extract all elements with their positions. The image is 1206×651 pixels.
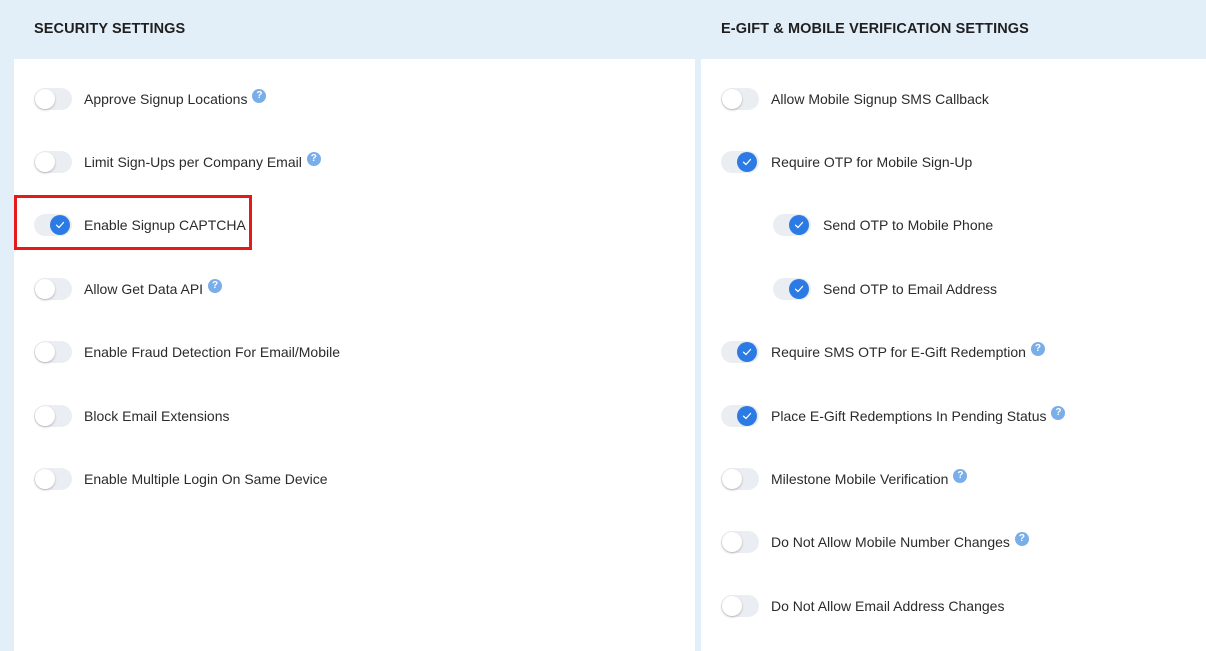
setting-no-mobile-number-changes: Do Not Allow Mobile Number Changes ?	[721, 529, 1029, 555]
toggle-knob	[35, 152, 55, 172]
toggle-knob	[722, 532, 742, 552]
setting-allow-mobile-signup-sms-callback: Allow Mobile Signup SMS Callback	[721, 86, 989, 112]
toggle-knob	[35, 279, 55, 299]
toggle-knob	[35, 406, 55, 426]
help-icon[interactable]: ?	[252, 89, 267, 103]
egift-mobile-verification-panel: E-GIFT & MOBILE VERIFICATION SETTINGS Al…	[701, 0, 1206, 651]
setting-label: Place E-Gift Redemptions In Pending Stat…	[771, 408, 1047, 424]
check-icon	[794, 221, 804, 229]
toggle-send-otp-email-address[interactable]	[773, 278, 811, 300]
check-icon	[794, 285, 804, 293]
toggle-enable-fraud-detection[interactable]	[34, 341, 72, 363]
setting-label: Milestone Mobile Verification	[771, 471, 949, 487]
toggle-approve-signup-locations[interactable]	[34, 88, 72, 110]
setting-send-otp-email-address: Send OTP to Email Address	[773, 276, 997, 302]
setting-block-email-extensions: Block Email Extensions	[34, 403, 230, 429]
setting-send-otp-mobile-phone: Send OTP to Mobile Phone	[773, 212, 993, 238]
toggle-knob	[738, 153, 756, 171]
toggle-knob	[722, 469, 742, 489]
toggle-knob	[722, 89, 742, 109]
toggle-knob	[722, 596, 742, 616]
toggle-no-mobile-number-changes[interactable]	[721, 531, 759, 553]
setting-label: Do Not Allow Mobile Number Changes	[771, 534, 1010, 550]
egift-settings-header: E-GIFT & MOBILE VERIFICATION SETTINGS	[701, 0, 1206, 59]
highlight-box	[14, 195, 252, 250]
setting-approve-signup-locations: Approve Signup Locations ?	[34, 86, 267, 112]
help-icon[interactable]: ?	[1030, 342, 1045, 356]
setting-label: Send OTP to Email Address	[823, 281, 998, 297]
toggle-knob	[790, 280, 808, 298]
toggle-allow-mobile-signup-sms-callback[interactable]	[721, 88, 759, 110]
security-settings-panel: SECURITY SETTINGS Approve Signup Locatio…	[14, 0, 695, 651]
check-icon	[742, 348, 752, 356]
setting-require-sms-otp-egift-redemption: Require SMS OTP for E-Gift Redemption ?	[721, 339, 1045, 365]
setting-label: Allow Mobile Signup SMS Callback	[771, 91, 989, 107]
setting-require-otp-mobile-signup: Require OTP for Mobile Sign-Up	[721, 149, 972, 175]
setting-label: Enable Multiple Login On Same Device	[84, 471, 328, 487]
security-settings-header: SECURITY SETTINGS	[14, 0, 695, 59]
check-icon	[742, 158, 752, 166]
setting-place-egift-redemptions-pending: Place E-Gift Redemptions In Pending Stat…	[721, 403, 1066, 429]
security-settings-title: SECURITY SETTINGS	[34, 21, 186, 37]
setting-label: Do Not Allow Email Address Changes	[771, 598, 1005, 614]
toggle-place-egift-redemptions-pending[interactable]	[721, 405, 759, 427]
toggle-enable-multiple-login[interactable]	[34, 468, 72, 490]
toggle-knob	[790, 216, 808, 234]
setting-enable-fraud-detection: Enable Fraud Detection For Email/Mobile	[34, 339, 340, 365]
toggle-allow-get-data-api[interactable]	[34, 278, 72, 300]
egift-settings-title: E-GIFT & MOBILE VERIFICATION SETTINGS	[721, 21, 1029, 37]
setting-label: Require OTP for Mobile Sign-Up	[771, 154, 973, 170]
toggle-knob	[35, 469, 55, 489]
toggle-knob	[35, 89, 55, 109]
setting-label: Send OTP to Mobile Phone	[823, 217, 994, 233]
setting-milestone-mobile-verification: Milestone Mobile Verification ?	[721, 466, 968, 492]
toggle-require-sms-otp-egift-redemption[interactable]	[721, 341, 759, 363]
toggle-knob	[738, 407, 756, 425]
help-icon[interactable]: ?	[1051, 406, 1066, 420]
toggle-knob	[738, 343, 756, 361]
setting-enable-multiple-login: Enable Multiple Login On Same Device	[34, 466, 328, 492]
setting-label: Enable Fraud Detection For Email/Mobile	[84, 344, 341, 360]
toggle-require-otp-mobile-signup[interactable]	[721, 151, 759, 173]
setting-label: Block Email Extensions	[84, 408, 230, 424]
setting-label: Allow Get Data API	[84, 281, 204, 297]
toggle-limit-signups-per-company-email[interactable]	[34, 151, 72, 173]
setting-limit-signups-per-company-email: Limit Sign-Ups per Company Email ?	[34, 149, 321, 175]
toggle-milestone-mobile-verification[interactable]	[721, 468, 759, 490]
toggle-send-otp-mobile-phone[interactable]	[773, 214, 811, 236]
setting-allow-get-data-api: Allow Get Data API ?	[34, 276, 223, 302]
help-icon[interactable]: ?	[1014, 532, 1029, 546]
help-icon[interactable]: ?	[953, 469, 968, 483]
toggle-block-email-extensions[interactable]	[34, 405, 72, 427]
toggle-no-email-address-changes[interactable]	[721, 595, 759, 617]
setting-label: Limit Sign-Ups per Company Email	[84, 154, 302, 170]
help-icon[interactable]: ?	[208, 279, 223, 293]
help-icon[interactable]: ?	[306, 152, 321, 166]
setting-label: Approve Signup Locations	[84, 91, 248, 107]
toggle-knob	[35, 342, 55, 362]
setting-label: Require SMS OTP for E-Gift Redemption	[771, 344, 1026, 360]
setting-no-email-address-changes: Do Not Allow Email Address Changes	[721, 593, 1004, 619]
check-icon	[742, 412, 752, 420]
